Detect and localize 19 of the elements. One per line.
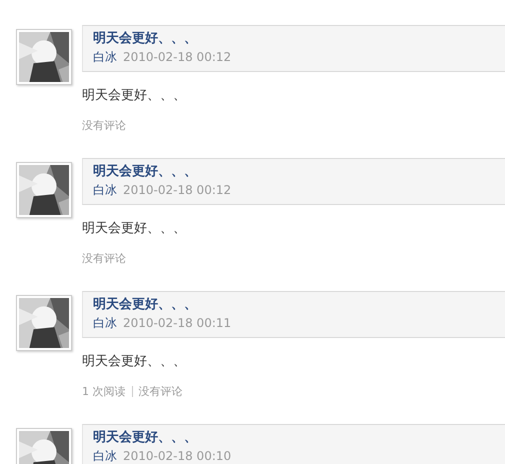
post-title[interactable]: 明天会更好、、、 [93,296,495,314]
author-link[interactable]: 白冰 [93,449,117,463]
post-body: 明天会更好、、、 [82,220,187,237]
author-link[interactable]: 白冰 [93,316,117,330]
post-meta: 没有评论 [82,251,126,266]
post-meta: 1 次阅读 [82,384,126,399]
post-date: 2010-02-18 00:10 [123,449,232,463]
post-date: 2010-02-18 00:12 [123,50,232,64]
post-title[interactable]: 明天会更好、、、 [93,163,495,181]
post-date: 2010-02-18 00:12 [123,183,232,197]
author-link[interactable]: 白冰 [93,50,117,64]
post-body: 明天会更好、、、 [82,87,187,104]
post-title[interactable]: 明天会更好、、、 [93,429,495,447]
post-meta: 没有评论 [82,118,126,133]
post-date: 2010-02-18 00:11 [123,316,232,330]
post-body: 明天会更好、、、 [82,353,187,370]
post-title[interactable]: 明天会更好、、、 [93,30,495,48]
author-link[interactable]: 白冰 [93,183,117,197]
post-meta: 没有评论 [138,384,182,399]
